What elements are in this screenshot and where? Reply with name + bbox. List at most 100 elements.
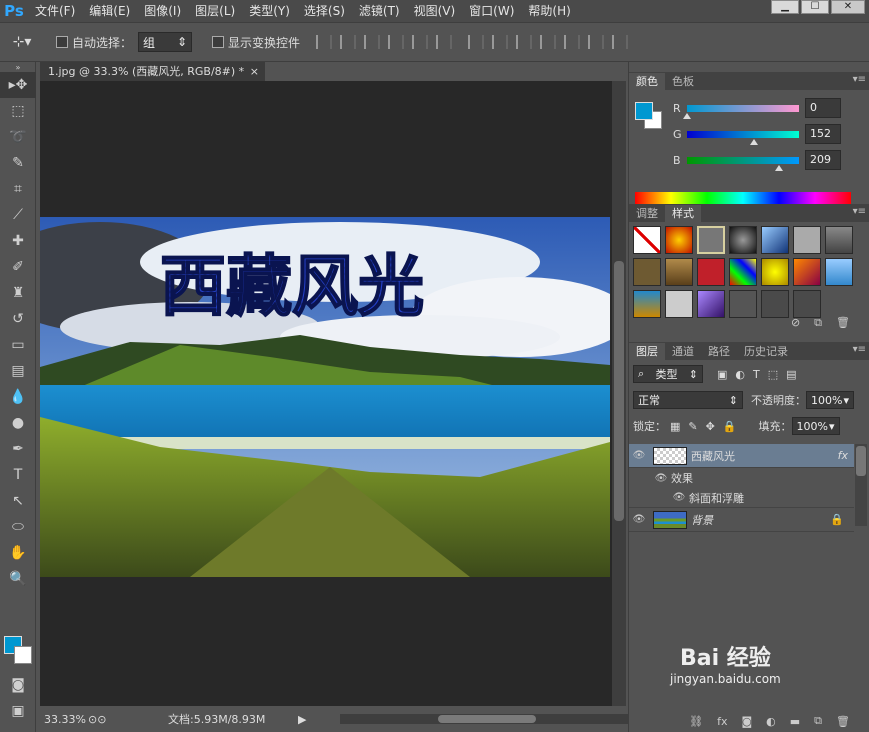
style-swatch[interactable]: [697, 290, 725, 318]
layer-background-row[interactable]: 👁 背景 🔒: [629, 508, 854, 532]
style-swatch[interactable]: [729, 226, 757, 254]
lock-icons[interactable]: ▦✎✥🔒: [670, 420, 745, 433]
eraser-tool-icon[interactable]: ▭: [0, 332, 36, 358]
blue-slider-knob[interactable]: [775, 164, 783, 171]
blue-slider[interactable]: [687, 156, 799, 171]
tab-color[interactable]: 颜色: [629, 73, 665, 90]
hand-tool-icon[interactable]: ✋: [0, 540, 36, 566]
tab-layers[interactable]: 图层: [629, 343, 665, 360]
menu-window[interactable]: 窗口(W): [462, 0, 521, 22]
layer-name[interactable]: 背景: [691, 512, 830, 528]
tab-channels[interactable]: 通道: [665, 343, 701, 360]
tab-adjustments[interactable]: 调整: [629, 205, 665, 222]
align-left-icon[interactable]: [388, 35, 405, 49]
layer-name[interactable]: 西藏风光: [691, 448, 838, 464]
lasso-tool-icon[interactable]: ➰: [0, 124, 36, 150]
gradient-tool-icon[interactable]: ▤: [0, 358, 36, 384]
new-group-icon[interactable]: ▬: [790, 715, 800, 728]
eyedropper-tool-icon[interactable]: ⟋: [0, 202, 36, 228]
blue-value-input[interactable]: 209: [805, 150, 841, 170]
distribute-hcenter-icon[interactable]: [564, 35, 581, 49]
red-slider-knob[interactable]: [683, 112, 691, 119]
zoom-tool-icon[interactable]: 🔍: [0, 566, 36, 592]
history-brush-tool-icon[interactable]: ↺: [0, 306, 36, 332]
distribute-left-icon[interactable]: [540, 35, 557, 49]
layer-filter-icons[interactable]: ▣◐T⬚▤: [717, 368, 805, 381]
eye-icon[interactable]: 👁: [629, 514, 649, 525]
healing-brush-tool-icon[interactable]: ✚: [0, 228, 36, 254]
menu-filter[interactable]: 滤镜(T): [352, 0, 407, 22]
layer-effects-row[interactable]: 👁 效果: [629, 468, 854, 488]
layers-scrollbar[interactable]: [855, 444, 867, 526]
red-value-input[interactable]: 0: [805, 98, 841, 118]
show-transform-checkbox[interactable]: 显示变换控件: [212, 34, 300, 51]
align-right-icon[interactable]: [436, 35, 453, 49]
auto-select-checkbox[interactable]: 自动选择：: [56, 34, 132, 51]
eye-icon[interactable]: 👁: [629, 450, 649, 461]
menu-file[interactable]: 文件(F): [28, 0, 82, 22]
blur-tool-icon[interactable]: 💧: [0, 384, 36, 410]
style-swatch[interactable]: [697, 258, 725, 286]
style-swatch[interactable]: [729, 290, 757, 318]
move-tool-preset-icon[interactable]: ⊹▾: [0, 28, 44, 56]
panel-menu-icon[interactable]: ▾≡: [853, 74, 866, 85]
maximize-button[interactable]: ☐: [801, 0, 829, 14]
style-swatch[interactable]: [793, 258, 821, 286]
toolbar-grip-icon[interactable]: »: [0, 62, 36, 72]
tab-paths[interactable]: 路径: [701, 343, 737, 360]
blend-mode-dropdown[interactable]: 正常 ⇕: [633, 391, 743, 409]
background-color-swatch[interactable]: [14, 646, 32, 664]
auto-select-box[interactable]: [56, 36, 68, 48]
style-swatch[interactable]: [793, 290, 821, 318]
shape-tool-icon[interactable]: ⬭: [0, 514, 36, 540]
canvas-area[interactable]: 西藏风光: [40, 81, 612, 706]
style-none-swatch[interactable]: [633, 226, 661, 254]
red-slider[interactable]: [683, 104, 799, 119]
distribute-bottom-icon[interactable]: [516, 35, 533, 49]
menu-type[interactable]: 类型(Y): [242, 0, 297, 22]
style-swatch[interactable]: [761, 290, 789, 318]
fx-icon[interactable]: fx: [838, 449, 848, 462]
green-slider-knob[interactable]: [750, 138, 758, 145]
style-swatch[interactable]: [633, 258, 661, 286]
align-hcenter-icon[interactable]: [412, 35, 429, 49]
color-panel-foreground-swatch[interactable]: [635, 102, 653, 120]
tab-swatches[interactable]: 色板: [665, 73, 701, 90]
fill-input[interactable]: 100% ▾: [791, 417, 840, 435]
distribute-vcenter-icon[interactable]: [492, 35, 509, 49]
style-swatch[interactable]: [633, 290, 661, 318]
add-style-icon[interactable]: fx: [717, 715, 727, 728]
horizontal-scroll-thumb[interactable]: [438, 715, 536, 723]
delete-layer-icon[interactable]: 🗑: [836, 715, 850, 728]
style-swatch[interactable]: [793, 226, 821, 254]
menu-select[interactable]: 选择(S): [297, 0, 352, 22]
quick-select-tool-icon[interactable]: ✎: [0, 150, 36, 176]
add-mask-icon[interactable]: ◙: [741, 715, 752, 728]
type-tool-icon[interactable]: T: [0, 462, 36, 488]
green-slider[interactable]: [687, 130, 799, 145]
new-style-icon[interactable]: ⧉: [814, 316, 822, 334]
style-swatch[interactable]: [825, 226, 853, 254]
path-select-tool-icon[interactable]: ↖: [0, 488, 36, 514]
align-bottom-icon[interactable]: [364, 35, 381, 49]
tab-history[interactable]: 历史记录: [737, 343, 795, 360]
eye-icon[interactable]: 👁: [651, 473, 671, 484]
adjustment-layer-icon[interactable]: ◐: [766, 715, 776, 728]
style-swatch[interactable]: [665, 258, 693, 286]
style-swatch[interactable]: [729, 258, 757, 286]
minimize-button[interactable]: ▁: [771, 0, 799, 14]
tab-styles[interactable]: 样式: [665, 205, 701, 222]
align-vcenter-icon[interactable]: [340, 35, 357, 49]
delete-style-icon[interactable]: 🗑: [836, 316, 850, 334]
panel-menu-icon[interactable]: ▾≡: [853, 344, 866, 355]
menu-layer[interactable]: 图层(L): [188, 0, 242, 22]
link-layers-icon[interactable]: ⛓: [689, 715, 703, 728]
style-swatch[interactable]: [697, 226, 725, 254]
menu-help[interactable]: 帮助(H): [521, 0, 577, 22]
menu-image[interactable]: 图像(I): [137, 0, 188, 22]
align-top-icon[interactable]: [316, 35, 333, 49]
brush-tool-icon[interactable]: ✐: [0, 254, 36, 280]
layer-filter-dropdown[interactable]: ⌕ 类型 ⇕: [633, 365, 703, 383]
close-document-icon[interactable]: ×: [250, 62, 259, 81]
show-transform-box[interactable]: [212, 36, 225, 48]
